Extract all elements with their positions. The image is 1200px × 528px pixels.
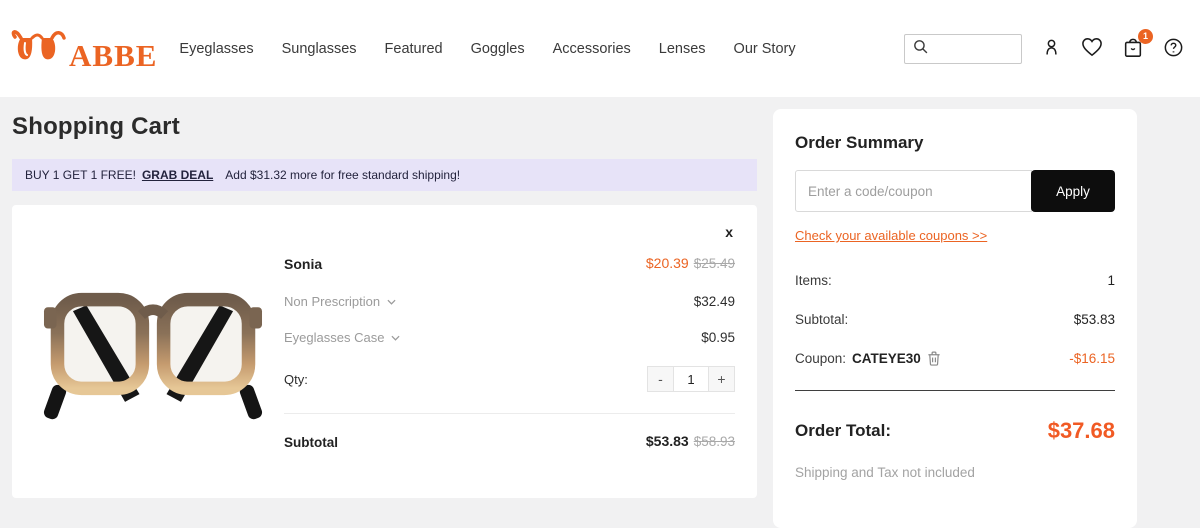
coupon-cell: Coupon: CATEYE30 — [795, 351, 941, 366]
lens-option-select[interactable]: Non Prescription — [284, 294, 396, 309]
account-button[interactable] — [1041, 37, 1062, 61]
subtotal-price: $53.83 — [645, 433, 689, 449]
nav-item-our-story[interactable]: Our Story — [734, 41, 796, 57]
option-row-case: Eyeglasses Case $0.95 — [284, 330, 735, 345]
case-option-select[interactable]: Eyeglasses Case — [284, 330, 400, 345]
order-total-value: $37.68 — [1047, 418, 1115, 443]
item-divider — [284, 413, 735, 414]
qty-decrease-button[interactable]: - — [647, 366, 674, 392]
order-total-label: Order Total: — [795, 421, 892, 440]
qty-value[interactable]: 1 — [674, 366, 708, 392]
available-coupons-link[interactable]: Check your available coupons >> — [795, 228, 987, 243]
cart-button[interactable]: 1 — [1122, 28, 1153, 62]
coupon-row: Coupon: CATEYE30 -$16.15 — [795, 351, 1115, 366]
subtotal-label: Subtotal: — [795, 312, 849, 327]
items-label: Items: — [795, 273, 832, 288]
remove-item-button[interactable]: x — [725, 225, 733, 239]
nav-item-sunglasses[interactable]: Sunglasses — [282, 41, 357, 57]
promo-banner: BUY 1 GET 1 FREE! GRAB DEAL Add $31.32 m… — [12, 159, 757, 191]
items-row: Items: 1 — [795, 273, 1115, 288]
search-input[interactable] — [934, 41, 1014, 56]
page-title: Shopping Cart — [12, 113, 180, 140]
cart-item-card: x Sonia $20.39 $25.49 Non Prescription $… — [12, 205, 757, 498]
coupon-entry-row: Apply — [795, 170, 1115, 212]
option-label: Eyeglasses Case — [284, 330, 385, 345]
nav-item-eyeglasses[interactable]: Eyeglasses — [179, 41, 253, 57]
cart-count-badge: 1 — [1138, 28, 1153, 44]
qty-label: Qty: — [284, 371, 308, 387]
nav-item-lenses[interactable]: Lenses — [659, 41, 706, 57]
subtotal-row: Subtotal: $53.83 — [795, 312, 1115, 327]
search-icon — [912, 38, 929, 60]
items-value: 1 — [1107, 273, 1115, 288]
summary-rows: Items: 1 Subtotal: $53.83 Coupon: CATEYE… — [795, 273, 1115, 366]
coupon-label: Coupon: — [795, 351, 847, 366]
trash-icon — [928, 351, 940, 366]
search-box[interactable] — [904, 33, 1022, 64]
original-price: $25.49 — [693, 256, 735, 271]
person-icon — [1041, 37, 1062, 61]
item-subtotal-row: Subtotal $53.83 $58.93 — [284, 433, 735, 451]
sale-price: $20.39 — [645, 255, 689, 271]
header-actions: 1 — [904, 28, 1184, 64]
coupon-code: CATEYE30 — [852, 351, 921, 366]
summary-divider — [795, 390, 1115, 391]
main-nav: Eyeglasses Sunglasses Featured Goggles A… — [179, 41, 795, 57]
chevron-down-icon — [387, 299, 396, 305]
help-button[interactable] — [1163, 37, 1184, 61]
apply-coupon-button[interactable]: Apply — [1031, 170, 1115, 212]
shipping-tax-note: Shipping and Tax not included — [795, 465, 975, 480]
item-prices: $20.39 $25.49 — [646, 255, 735, 273]
coupon-discount-value: -$16.15 — [1069, 351, 1115, 366]
option-row-lens: Non Prescription $32.49 — [284, 294, 735, 309]
qty-increase-button[interactable]: + — [708, 366, 735, 392]
page-content: Shopping Cart BUY 1 GET 1 FREE! GRAB DEA… — [0, 97, 1200, 528]
brand-name: ABBE — [69, 38, 158, 73]
glasses-logo-icon — [10, 21, 66, 76]
option-price: $32.49 — [693, 294, 735, 309]
coupon-input[interactable] — [795, 170, 1032, 212]
wishlist-button[interactable] — [1081, 37, 1103, 60]
cart-item-row: Sonia $20.39 $25.49 Non Prescription $32.… — [34, 243, 735, 451]
question-circle-icon — [1163, 37, 1184, 61]
subtotal-value: $53.83 — [1073, 312, 1115, 327]
promo-shipping-text: Add $31.32 more for free standard shippi… — [225, 168, 461, 182]
order-summary-card: Order Summary Apply Check your available… — [773, 109, 1137, 528]
promo-deal-text: BUY 1 GET 1 FREE! — [25, 168, 136, 182]
subtotal-original-price: $58.93 — [693, 434, 735, 449]
option-label: Non Prescription — [284, 294, 381, 309]
nav-item-accessories[interactable]: Accessories — [553, 41, 631, 57]
item-name-row: Sonia $20.39 $25.49 — [284, 255, 735, 273]
subtotal-label: Subtotal — [284, 434, 338, 450]
heart-icon — [1081, 37, 1103, 60]
quantity-row: Qty: - 1 + — [284, 366, 735, 392]
option-price: $0.95 — [701, 330, 735, 345]
order-summary-title: Order Summary — [795, 133, 924, 152]
product-image[interactable] — [34, 243, 272, 451]
order-total-row: Order Total: $37.68 — [795, 418, 1115, 444]
site-header: ABBE Eyeglasses Sunglasses Featured Gogg… — [0, 0, 1200, 97]
cart-column: Shopping Cart BUY 1 GET 1 FREE! GRAB DEA… — [12, 109, 757, 498]
brand-logo[interactable]: ABBE — [10, 21, 157, 76]
nav-item-goggles[interactable]: Goggles — [471, 41, 525, 57]
item-details: Sonia $20.39 $25.49 Non Prescription $32.… — [272, 243, 735, 451]
nav-item-featured[interactable]: Featured — [385, 41, 443, 57]
grab-deal-link[interactable]: GRAB DEAL — [142, 168, 213, 182]
quantity-stepper: - 1 + — [647, 366, 735, 392]
chevron-down-icon — [391, 335, 400, 341]
product-name[interactable]: Sonia — [284, 256, 322, 272]
remove-coupon-button[interactable] — [927, 351, 941, 366]
subtotal-prices: $53.83 $58.93 — [646, 433, 735, 451]
